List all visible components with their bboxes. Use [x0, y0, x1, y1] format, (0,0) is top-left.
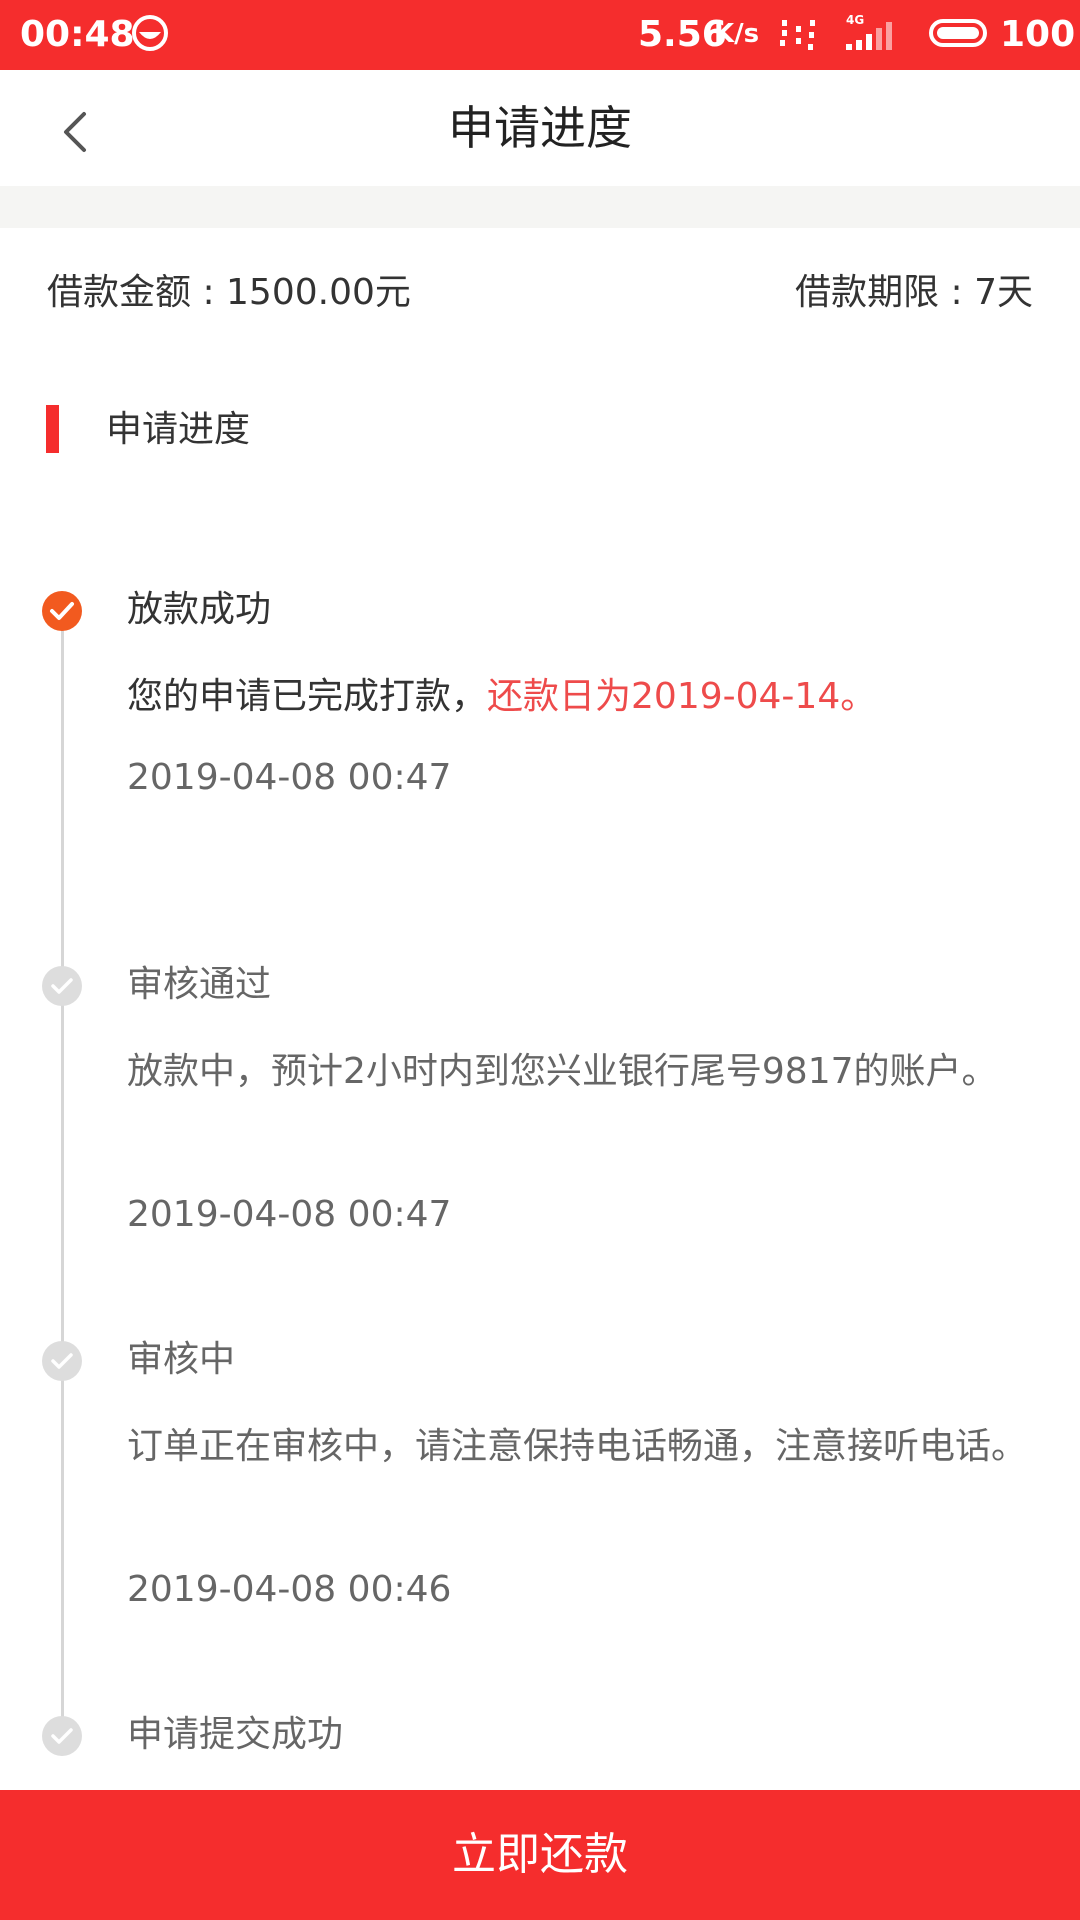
step-description: 订单正在审核中，请注意保持电话畅通，注意接听电话。 — [127, 1426, 1028, 1467]
section-title: 申请进度 — [106, 409, 251, 450]
timeline-step-submitted: 申请提交成功 — [0, 1685, 1080, 1785]
section-header: 申请进度 — [0, 400, 1080, 460]
status-time: 00:48 — [20, 14, 135, 55]
step-time: 2019-04-08 00:47 — [127, 757, 452, 798]
step-title: 放款成功 — [127, 589, 272, 630]
step-description: 放款中，预计2小时内到您兴业银行尾号9817的账户。 — [127, 1051, 998, 1092]
section-accent-bar — [46, 405, 59, 453]
step-time: 2019-04-08 00:46 — [127, 1569, 452, 1610]
step-title: 审核中 — [127, 1339, 236, 1380]
battery-icon — [929, 19, 987, 47]
signal-icon: 4G — [846, 13, 892, 50]
repayment-date-highlight: 还款日为2019-04-14。 — [487, 676, 877, 717]
pending-check-icon — [42, 966, 82, 1006]
loan-term: 借款期限 : 7天 — [795, 272, 1033, 313]
chevron-left-icon — [64, 112, 86, 152]
step-description-text: 您的申请已完成打款， — [127, 676, 488, 717]
battery-level: 100 — [1000, 14, 1076, 55]
progress-timeline: 放款成功 您的申请已完成打款，还款日为2019-04-14。 2019-04-0… — [0, 560, 1080, 1790]
status-bar: 00:48 5.56 K/s 4G 100 — [0, 0, 1080, 70]
header-divider — [0, 186, 1080, 228]
step-title: 申请提交成功 — [127, 1714, 344, 1755]
step-description: 您的申请已完成打款，还款日为2019-04-14。 — [127, 666, 1037, 728]
loan-summary: 借款金额 : 1500.00元 借款期限 : 7天 — [0, 228, 1080, 358]
pending-check-icon — [42, 1341, 82, 1381]
step-title: 审核通过 — [127, 964, 272, 1005]
completed-check-icon — [42, 591, 82, 631]
network-speed-unit: K/s — [714, 19, 760, 49]
timeline-step-approved: 审核通过 放款中，预计2小时内到您兴业银行尾号9817的账户。 2019-04-… — [0, 935, 1080, 1295]
navigation-bar: 申请进度 — [0, 70, 1080, 186]
loan-amount: 借款金额 : 1500.00元 — [47, 272, 411, 313]
page-title: 申请进度 — [448, 101, 632, 155]
step-time: 2019-04-08 00:47 — [127, 1194, 452, 1235]
app-notification-icon — [132, 15, 168, 51]
repay-now-button[interactable]: 立即还款 — [0, 1790, 1080, 1920]
timeline-step-disbursed: 放款成功 您的申请已完成打款，还款日为2019-04-14。 2019-04-0… — [0, 560, 1080, 860]
data-transfer-icon — [780, 20, 815, 50]
pending-check-icon — [42, 1716, 82, 1756]
timeline-step-reviewing: 审核中 订单正在审核中，请注意保持电话畅通，注意接听电话。 2019-04-08… — [0, 1310, 1080, 1670]
network-type-label: 4G — [846, 13, 864, 27]
back-button[interactable] — [40, 96, 112, 168]
